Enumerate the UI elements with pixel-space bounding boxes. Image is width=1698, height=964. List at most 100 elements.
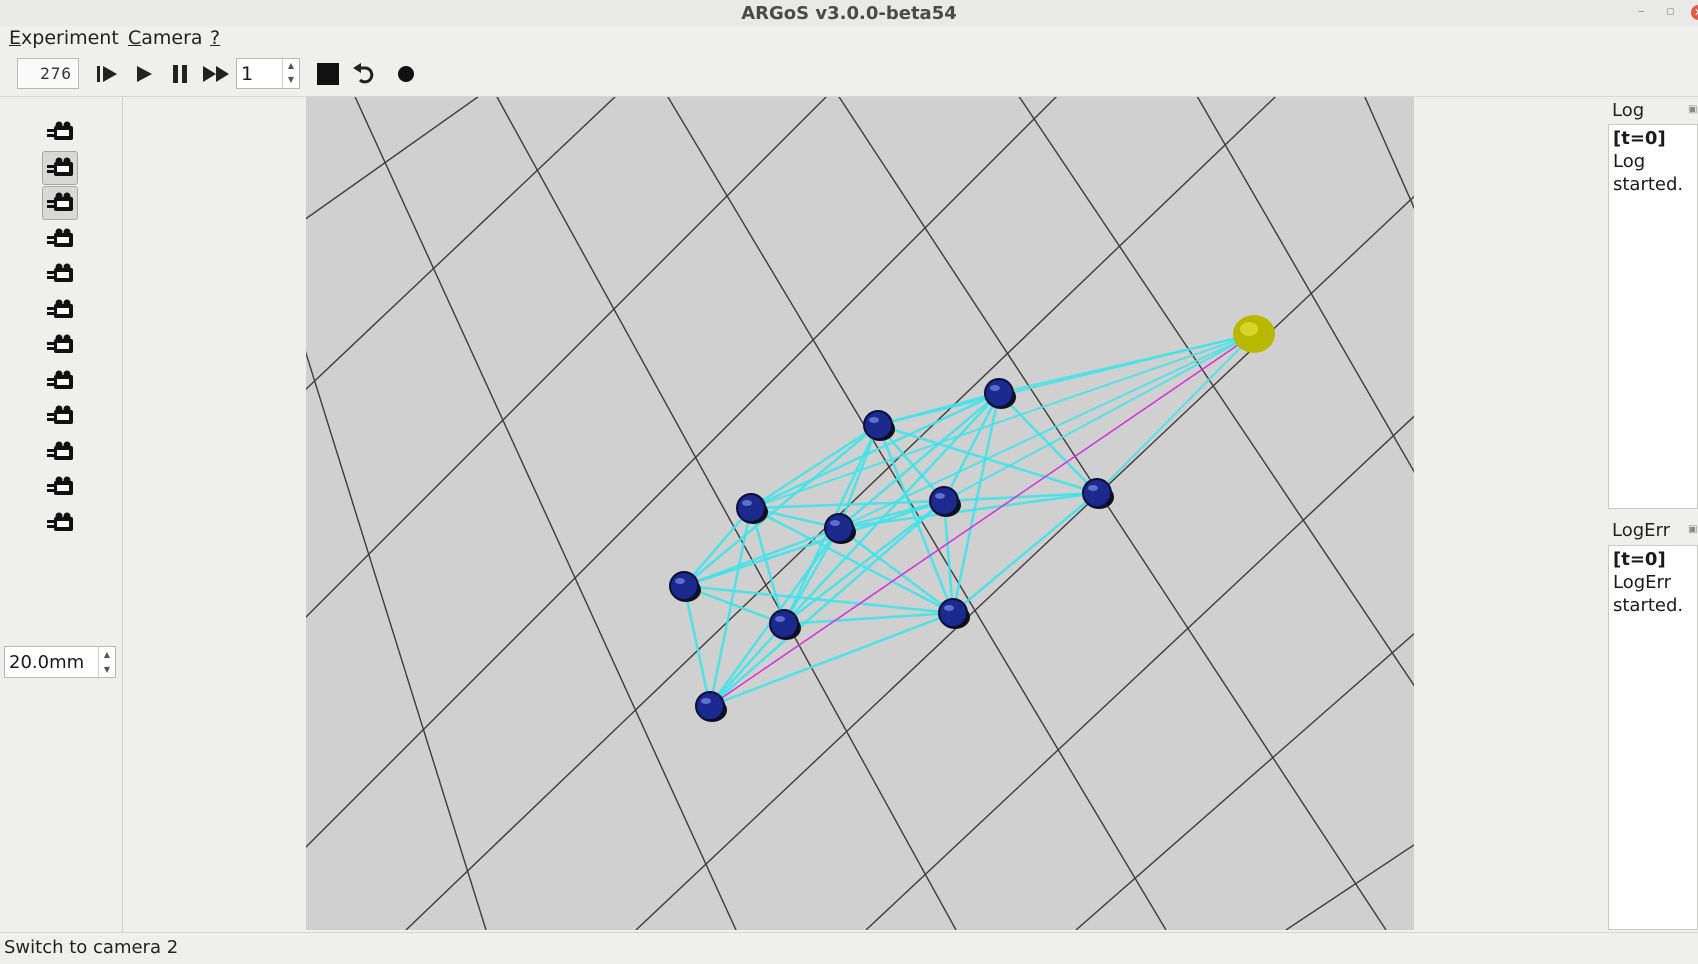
robot-body — [736, 493, 766, 523]
step-icon — [97, 66, 117, 82]
step-counter: 276 — [17, 58, 79, 89]
robot-link — [683, 584, 954, 615]
target-highlight — [1240, 322, 1258, 336]
robot-highlight — [742, 500, 752, 506]
dock-float-icon[interactable]: ▣ — [1688, 524, 1697, 535]
robot-link — [709, 611, 954, 708]
camera-icon — [47, 263, 73, 282]
robot-link — [709, 623, 785, 707]
grid-line — [306, 97, 479, 220]
camera-icon — [47, 228, 73, 247]
log-time-tag: [t=0] — [1613, 128, 1666, 149]
menu-bar: Experiment Camera ? — [0, 26, 1698, 52]
simulation-viewport[interactable] — [306, 97, 1414, 930]
arena-scene[interactable] — [306, 97, 1414, 930]
grid-line — [306, 350, 487, 930]
menu-camera[interactable]: Camera — [128, 27, 203, 49]
camera-12-button[interactable] — [42, 506, 78, 540]
robot-highlight — [675, 578, 685, 584]
grid-line — [838, 97, 1387, 930]
robot — [984, 378, 1016, 409]
menu-help[interactable]: ? — [210, 27, 220, 49]
robot — [863, 410, 895, 441]
robot-body — [769, 609, 799, 639]
log-title: Log — [1612, 100, 1645, 121]
step-button[interactable] — [93, 60, 121, 88]
play-icon — [137, 66, 152, 82]
logerr-time-tag: [t=0] — [1613, 549, 1666, 570]
camera-icon — [47, 370, 73, 389]
grid-line — [1285, 844, 1414, 930]
camera-icon — [47, 441, 73, 460]
grid-line — [1196, 97, 1414, 473]
target-link — [1096, 333, 1255, 494]
grid-line — [354, 97, 737, 930]
log-message: Log started. — [1613, 151, 1684, 195]
toolbar: 276 1 ▲ ▼ — [0, 52, 1698, 97]
dock-float-icon[interactable]: ▣ — [1688, 104, 1697, 115]
record-button[interactable] — [392, 60, 420, 88]
maximize-icon[interactable]: ▫ — [1666, 4, 1675, 19]
camera-8-button[interactable] — [42, 364, 78, 398]
step-spinbox[interactable]: 1 ▲ ▼ — [236, 58, 300, 89]
robot-highlight — [830, 520, 840, 526]
camera-7-button[interactable] — [42, 328, 78, 362]
target — [1233, 315, 1275, 353]
focal-length-value: 20.0mm — [9, 652, 85, 673]
status-text: Switch to camera 2 — [4, 937, 179, 958]
grid-line — [306, 97, 616, 391]
log-pane[interactable]: [t=0] Log started. — [1608, 124, 1698, 509]
target-link — [943, 333, 1255, 502]
logerr-message: LogErr started. — [1613, 572, 1684, 616]
record-icon — [398, 66, 414, 82]
fast-forward-button[interactable] — [202, 60, 230, 88]
target-link — [750, 333, 1255, 509]
robot-body — [984, 378, 1014, 408]
logerr-pane[interactable]: [t=0] LogErr started. — [1608, 545, 1698, 930]
robot-body — [695, 691, 725, 721]
title-bar: ARGoS v3.0.0-beta54 – ▫ ✕ — [0, 0, 1698, 27]
camera-9-button[interactable] — [42, 399, 78, 433]
robot-body — [669, 571, 699, 601]
camera-11-button[interactable] — [42, 470, 78, 504]
minimize-icon[interactable]: – — [1638, 4, 1645, 19]
camera-icon — [47, 476, 73, 495]
camera-panel: 20.0mm ▲ ▼ — [0, 97, 123, 932]
grid-line — [405, 97, 1277, 930]
camera-1-button[interactable] — [42, 115, 78, 149]
pause-button[interactable] — [166, 60, 194, 88]
path-to-target — [709, 333, 1255, 707]
robot-highlight — [944, 605, 954, 611]
focal-length-spinbox[interactable]: 20.0mm ▲ ▼ — [4, 646, 116, 678]
robot-body — [863, 410, 893, 440]
camera-6-button[interactable] — [42, 293, 78, 327]
robot-body — [938, 598, 968, 628]
camera-icon — [47, 121, 73, 140]
camera-icon — [47, 405, 73, 424]
camera-icon — [47, 192, 73, 211]
robot-highlight — [935, 493, 945, 499]
robot-highlight — [701, 698, 711, 704]
play-button[interactable] — [130, 60, 158, 88]
camera-2-button[interactable] — [42, 150, 78, 185]
robot-highlight — [1088, 485, 1098, 491]
camera-10-button[interactable] — [42, 435, 78, 469]
robot-link — [682, 585, 712, 707]
focal-length-arrows[interactable]: ▲ ▼ — [98, 647, 115, 677]
menu-experiment[interactable]: Experiment — [9, 27, 119, 49]
stop-button[interactable] — [314, 60, 342, 88]
floor-grid — [306, 97, 1414, 930]
grid-line — [1075, 632, 1414, 930]
camera-icon — [47, 512, 73, 531]
reset-icon — [353, 63, 374, 84]
pause-icon — [173, 65, 187, 83]
camera-5-button[interactable] — [42, 257, 78, 291]
camera-4-button[interactable] — [42, 222, 78, 256]
logerr-title: LogErr — [1612, 520, 1671, 541]
camera-3-button[interactable] — [42, 186, 78, 220]
reset-button[interactable] — [350, 60, 378, 88]
fast-forward-icon — [203, 66, 229, 82]
robot-body — [929, 486, 959, 516]
spinbox-arrows[interactable]: ▲ ▼ — [282, 59, 299, 88]
robot-body — [824, 513, 854, 543]
